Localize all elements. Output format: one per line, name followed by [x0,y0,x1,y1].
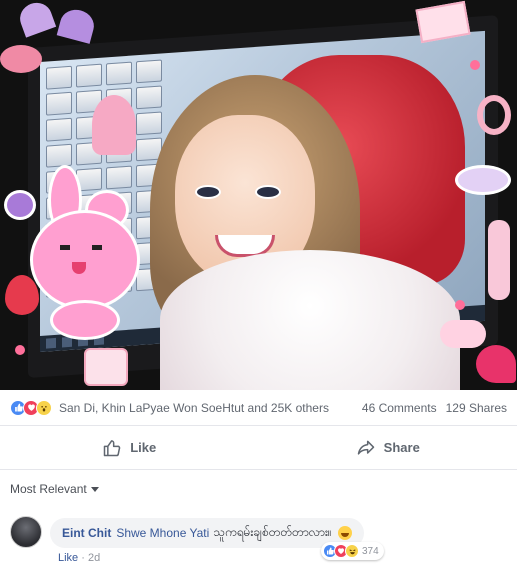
share-arrow-icon [357,440,374,455]
reaction-icons[interactable] [10,399,52,416]
heart-glasses-sticker [56,6,98,44]
heart-lock-sticker [477,95,511,135]
comment-item: Eint Chit Shwe Mhone Yati သူကရမ်းချစ်တတ်… [10,516,510,572]
share-button[interactable]: Share [259,426,517,469]
bunny-body-sticker [50,300,120,340]
portrait-eye [255,185,281,199]
mini-heart-sticker [15,345,25,355]
portrait-eye [195,185,221,199]
haha-icon [345,544,359,558]
caret-down-icon [90,487,99,492]
lipstick-sticker [488,220,510,300]
fluffy-collar [160,250,460,390]
comments-count[interactable]: 46 Comments [362,401,437,415]
purple-heart-sticker [4,190,36,220]
like-button[interactable]: Like [0,426,259,469]
meta-separator: · [81,552,85,564]
reactions-summary: San Di, Khin LaPyae Won SoeHtut and 25K … [0,390,517,426]
sort-label: Most Relevant [10,482,87,496]
bunny-head-sticker [30,210,140,310]
bunny-eye [60,245,70,250]
cloud-sticker [440,320,486,348]
mirror-sticker [455,165,511,195]
comment-like-link[interactable]: Like [58,552,78,564]
share-label: Share [383,440,420,455]
bunny-eye [92,245,102,250]
reaction-names[interactable]: San Di, Khin LaPyae Won SoeHtut and 25K … [59,401,362,415]
post-photo[interactable] [0,0,517,390]
comment-author[interactable]: Eint Chit [62,526,111,540]
comment-text: သူကရမ်းချစ်တတ်တာလား။ [213,525,332,539]
heart-sticker [476,345,516,383]
post-action-bar: Like Share [0,426,517,470]
comment-reaction-count: 374 [362,545,379,557]
like-label: Like [130,440,157,455]
comment-bubble: Eint Chit Shwe Mhone Yati သူကရမ်းချစ်တတ်… [50,518,364,548]
shares-count[interactable]: 129 Shares [446,401,507,415]
comment-sort-dropdown[interactable]: Most Relevant [10,482,99,496]
mini-heart-sticker [470,60,480,70]
grinning-face-icon [337,526,352,540]
lips-sticker [0,45,42,73]
mini-heart-sticker [455,300,465,310]
tagged-user[interactable]: Shwe Mhone Yati [116,526,209,540]
avatar[interactable] [10,516,42,548]
mug-sticker [84,348,128,386]
cupcake-sticker [92,95,136,155]
comment-time[interactable]: 2d [88,552,100,564]
strawberry-sticker [5,275,39,315]
wow-icon [36,399,52,416]
thumbs-up-icon [103,439,121,456]
heart-glasses-sticker [15,0,57,38]
comment-meta: Like · 2d [58,552,100,564]
comment-reactions[interactable]: 374 [321,542,384,560]
